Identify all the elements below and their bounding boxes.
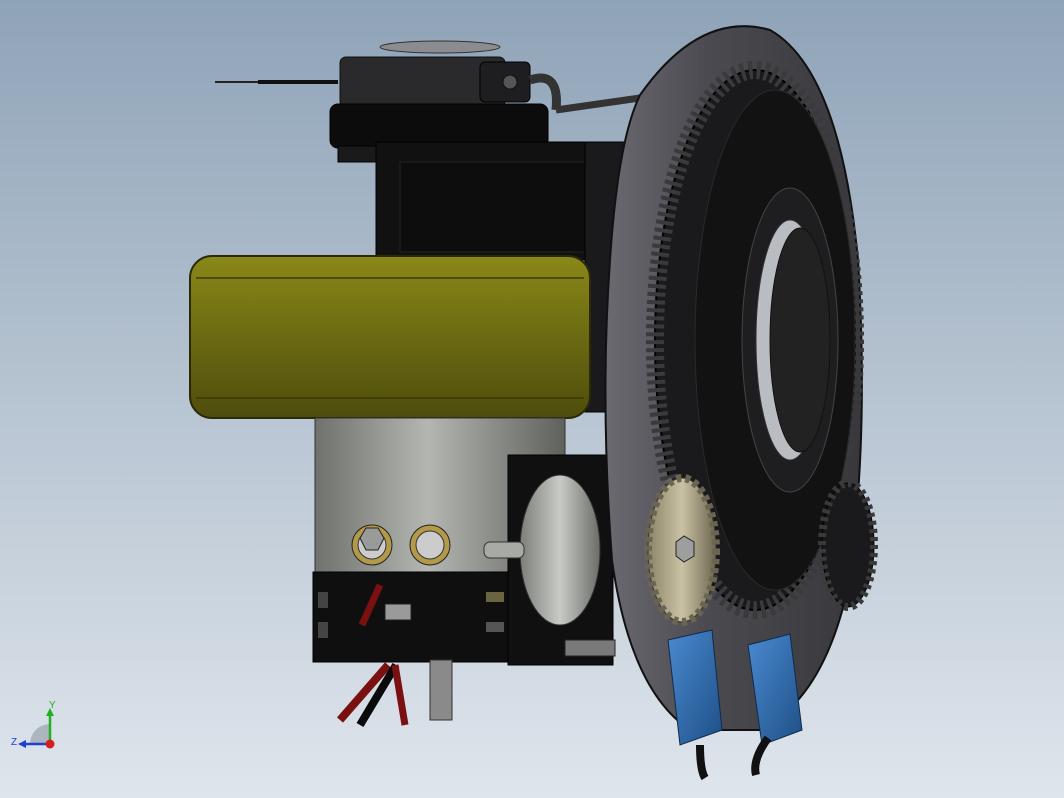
cad-viewport[interactable]: Y Z: [0, 0, 1064, 798]
terminal-bolt-left: [351, 524, 393, 566]
side-pinion: [818, 479, 878, 611]
triad-z-label: Z: [11, 737, 18, 748]
coordinate-triad: Y Z: [8, 700, 60, 756]
drive-unit-model[interactable]: [0, 0, 1064, 798]
terminal-bolt-right: [409, 524, 451, 566]
drive-wheel: [189, 255, 591, 419]
limit-switch-left: [667, 629, 723, 781]
triad-y-label: Y: [49, 700, 56, 711]
steering-pinion: [644, 474, 720, 626]
motor-mount: [312, 571, 514, 721]
x-axis-dot: [45, 739, 55, 749]
